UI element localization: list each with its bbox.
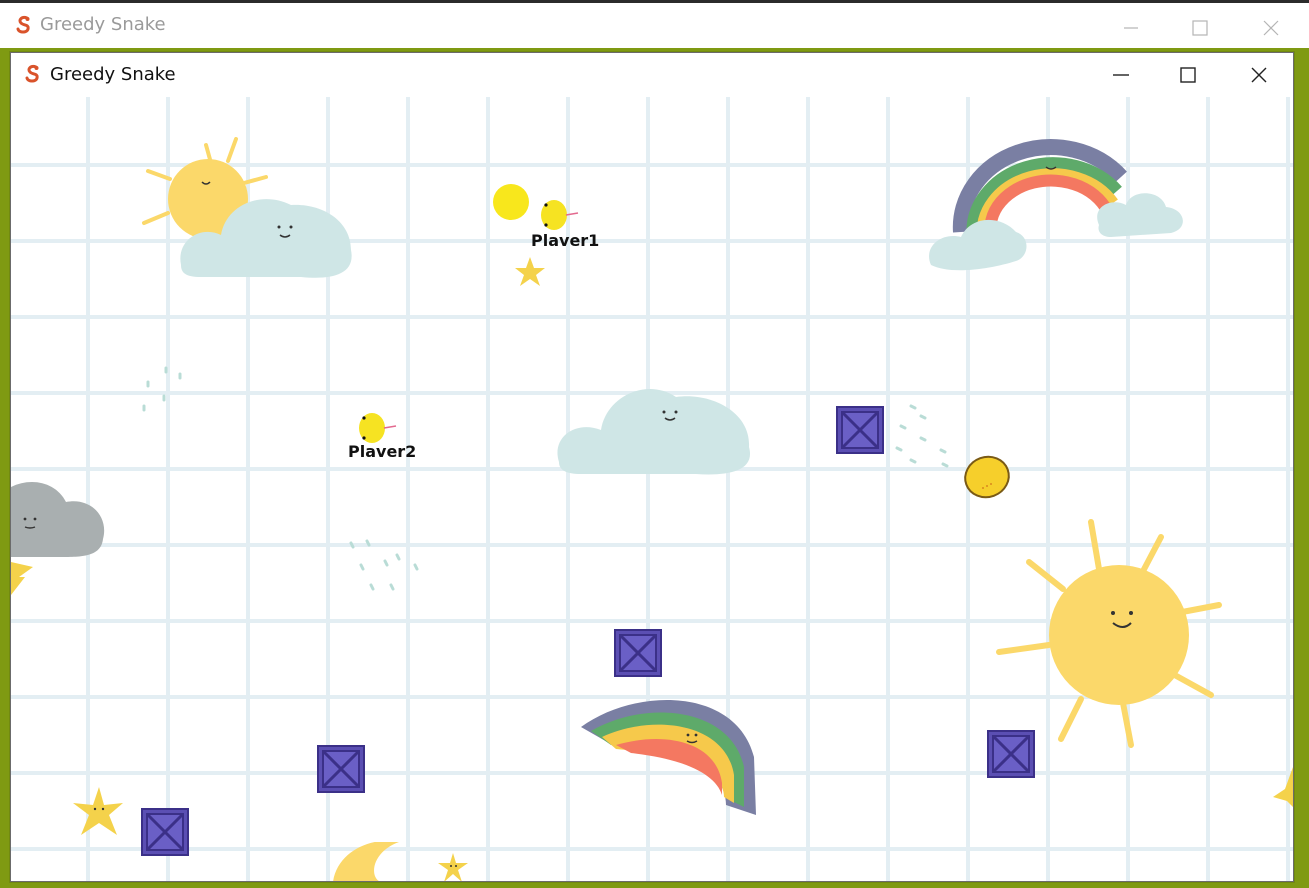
player2-label: Plaver2 [348,442,417,461]
star-icon [73,787,123,835]
player1-label: Plaver1 [531,231,600,250]
moon-icon [333,842,399,881]
game-board[interactable]: Plaver1 Plaver2 [11,97,1293,881]
minimize-icon[interactable] [1086,55,1154,95]
game-window: Greedy Snake Plaver1 Plaver2 [10,52,1294,882]
chick-snake-head-icon [541,200,579,230]
star-icon [515,257,545,286]
maximize-icon[interactable] [1154,55,1222,95]
yellow-ball-icon [493,184,529,220]
rain-drops-icon [142,366,182,412]
crate-icon [836,406,884,454]
close-icon[interactable] [1240,7,1300,47]
lemon-icon [964,455,1010,499]
minimize-icon[interactable] [1100,7,1160,47]
crate-icon [614,629,662,677]
close-icon[interactable] [1224,55,1292,95]
chick-snake-head-icon [359,413,397,443]
background-window-titlebar[interactable]: Greedy Snake [0,0,1309,48]
crate-icon [141,808,189,856]
cloud-icon [180,199,352,278]
rainbow-icon [929,139,1183,271]
rain-drops-icon [895,404,949,468]
rain-drops-icon [349,539,419,591]
game-window-title: Greedy Snake [50,64,176,85]
star-icon [438,853,468,881]
snake-icon [25,65,39,83]
maximize-icon[interactable] [1170,7,1230,47]
rainbow-icon [581,699,756,815]
background-window: Greedy Snake Greedy Snake Plaver1 Plaver… [0,0,1309,888]
star-icon [1273,767,1293,807]
crate-icon [317,745,365,793]
rain-cloud-icon [11,482,105,595]
snake-icon [16,16,30,34]
sun-icon [996,519,1222,748]
cloud-icon [557,389,751,475]
game-window-titlebar[interactable]: Greedy Snake [11,53,1293,97]
background-window-title: Greedy Snake [40,14,166,35]
